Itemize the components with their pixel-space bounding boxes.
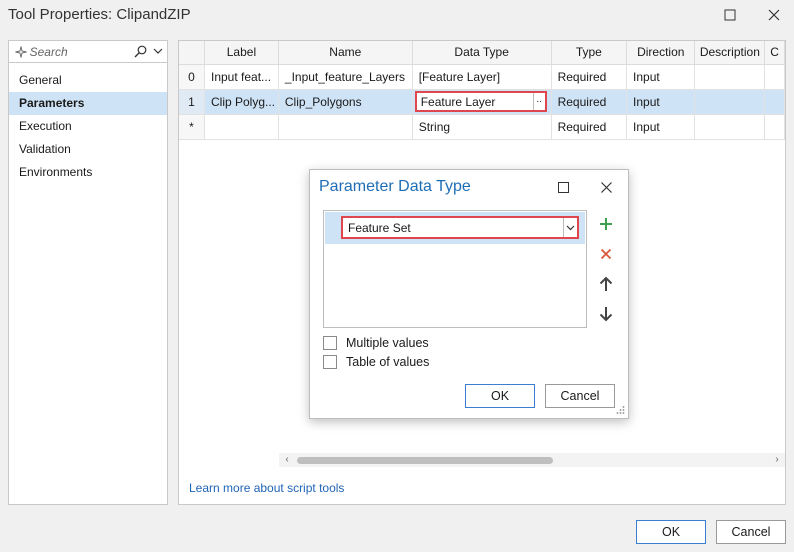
- cell-type[interactable]: Required: [551, 114, 628, 140]
- data-type-value: Feature Layer: [420, 94, 496, 109]
- maximize-icon: [724, 9, 736, 21]
- remove-type-button[interactable]: [596, 244, 616, 264]
- cell-name[interactable]: Clip_Polygons: [278, 89, 413, 115]
- learn-more-link[interactable]: Learn more about script tools: [189, 481, 344, 495]
- navigation-panel: General Parameters Execution Validation …: [8, 40, 168, 505]
- table-of-values-checkbox[interactable]: [323, 355, 337, 369]
- row-index[interactable]: 0: [179, 64, 205, 90]
- cell-label[interactable]: [204, 114, 279, 140]
- multiple-values-label: Multiple values: [346, 336, 429, 350]
- cell-name[interactable]: [278, 114, 413, 140]
- cell-type[interactable]: Required: [551, 64, 628, 90]
- dialog-title: Parameter Data Type: [319, 178, 471, 195]
- dialog-maximize-button[interactable]: [553, 178, 573, 196]
- cell-data-type-editing[interactable]: Feature Layer ..: [412, 89, 552, 115]
- cell-direction[interactable]: Input: [626, 89, 696, 115]
- data-type-editor[interactable]: Feature Layer ..: [414, 91, 547, 112]
- column-header-description[interactable]: Description: [694, 41, 766, 65]
- cell-label[interactable]: Clip Polyg...: [204, 89, 279, 115]
- title-bar: Tool Properties: ClipandZIP: [0, 0, 794, 30]
- multiple-values-option[interactable]: Multiple values: [323, 335, 429, 351]
- search-input[interactable]: [29, 44, 126, 59]
- sidebar-item-general[interactable]: General: [9, 69, 167, 92]
- move-up-button[interactable]: [596, 274, 616, 294]
- scroll-left-icon[interactable]: ‹: [281, 454, 293, 466]
- cell-direction[interactable]: Input: [626, 64, 696, 90]
- dialog-cancel-button[interactable]: Cancel: [545, 384, 615, 408]
- dialog-close-button[interactable]: [596, 178, 616, 196]
- chevron-down-icon[interactable]: [153, 48, 167, 55]
- window-title: Tool Properties: ClipandZIP: [8, 6, 191, 23]
- arrow-up-icon: [599, 276, 613, 291]
- table-row-new[interactable]: * String Required Input: [179, 114, 785, 140]
- cell-description[interactable]: [694, 64, 766, 90]
- cell-data-type[interactable]: String: [412, 114, 552, 140]
- cell-extra[interactable]: [764, 114, 785, 140]
- close-icon: [600, 181, 612, 193]
- column-header-direction[interactable]: Direction: [626, 41, 696, 65]
- column-header-index: [179, 41, 205, 65]
- data-type-selected-value: Feature Set: [348, 220, 411, 235]
- data-type-list: Feature Set: [323, 210, 587, 328]
- maximize-icon: [557, 181, 569, 193]
- arrow-down-icon: [599, 307, 613, 322]
- sparkle-icon: [12, 45, 30, 58]
- sidebar-item-parameters[interactable]: Parameters: [9, 92, 167, 115]
- sidebar-item-execution[interactable]: Execution: [9, 115, 167, 138]
- table-of-values-label: Table of values: [346, 355, 430, 369]
- horizontal-scrollbar[interactable]: ‹ ›: [279, 453, 785, 467]
- multiple-values-checkbox[interactable]: [323, 336, 337, 350]
- row-index[interactable]: *: [179, 114, 205, 140]
- cancel-button[interactable]: Cancel: [716, 520, 786, 544]
- resize-grip-icon[interactable]: [615, 405, 625, 415]
- parameters-table: Label Name Data Type Type Direction Desc…: [179, 41, 785, 140]
- table-row[interactable]: 0 Input feat... _Input_feature_Layers [F…: [179, 64, 785, 90]
- table-header: Label Name Data Type Type Direction Desc…: [179, 41, 785, 65]
- cell-description[interactable]: [694, 114, 766, 140]
- cell-description[interactable]: [694, 89, 766, 115]
- scroll-right-icon[interactable]: ›: [771, 454, 783, 466]
- column-header-more[interactable]: C: [764, 41, 785, 65]
- cell-extra[interactable]: [764, 89, 785, 115]
- close-icon: [768, 9, 780, 21]
- cell-name[interactable]: _Input_feature_Layers: [278, 64, 413, 90]
- scrollbar-thumb[interactable]: [297, 457, 553, 464]
- sidebar-item-validation[interactable]: Validation: [9, 138, 167, 161]
- close-window-button[interactable]: [762, 4, 786, 26]
- table-of-values-option[interactable]: Table of values: [323, 354, 429, 370]
- column-header-type[interactable]: Type: [551, 41, 628, 65]
- dialog-ok-button[interactable]: OK: [465, 384, 535, 408]
- column-header-name[interactable]: Name: [278, 41, 413, 65]
- cell-direction[interactable]: Input: [626, 114, 696, 140]
- data-type-list-item[interactable]: Feature Set: [325, 212, 585, 244]
- add-type-button[interactable]: [596, 214, 616, 234]
- sidebar-item-environments[interactable]: Environments: [9, 161, 167, 184]
- column-header-data-type[interactable]: Data Type: [412, 41, 552, 65]
- move-down-button[interactable]: [596, 304, 616, 324]
- cell-label[interactable]: Input feat...: [204, 64, 279, 90]
- data-type-dropdown[interactable]: Feature Set: [341, 216, 579, 239]
- cell-extra[interactable]: [764, 64, 785, 90]
- cell-type[interactable]: Required: [551, 89, 628, 115]
- ok-button[interactable]: OK: [636, 520, 706, 544]
- plus-icon: [600, 218, 612, 230]
- search-box: [9, 41, 167, 63]
- search-icon[interactable]: [134, 45, 150, 58]
- column-header-label[interactable]: Label: [204, 41, 279, 65]
- row-index[interactable]: 1: [179, 89, 205, 115]
- delete-x-icon: [600, 248, 612, 260]
- table-row-selected[interactable]: 1 Clip Polyg... Clip_Polygons Feature La…: [179, 89, 785, 115]
- data-type-browse-button[interactable]: ..: [532, 93, 545, 110]
- parameter-data-type-dialog: Parameter Data Type Feature Set Multiple…: [309, 169, 629, 419]
- chevron-down-icon[interactable]: [563, 218, 577, 237]
- nav-list: General Parameters Execution Validation …: [9, 69, 167, 184]
- maximize-button[interactable]: [718, 4, 742, 26]
- cell-data-type[interactable]: [Feature Layer]: [412, 64, 552, 90]
